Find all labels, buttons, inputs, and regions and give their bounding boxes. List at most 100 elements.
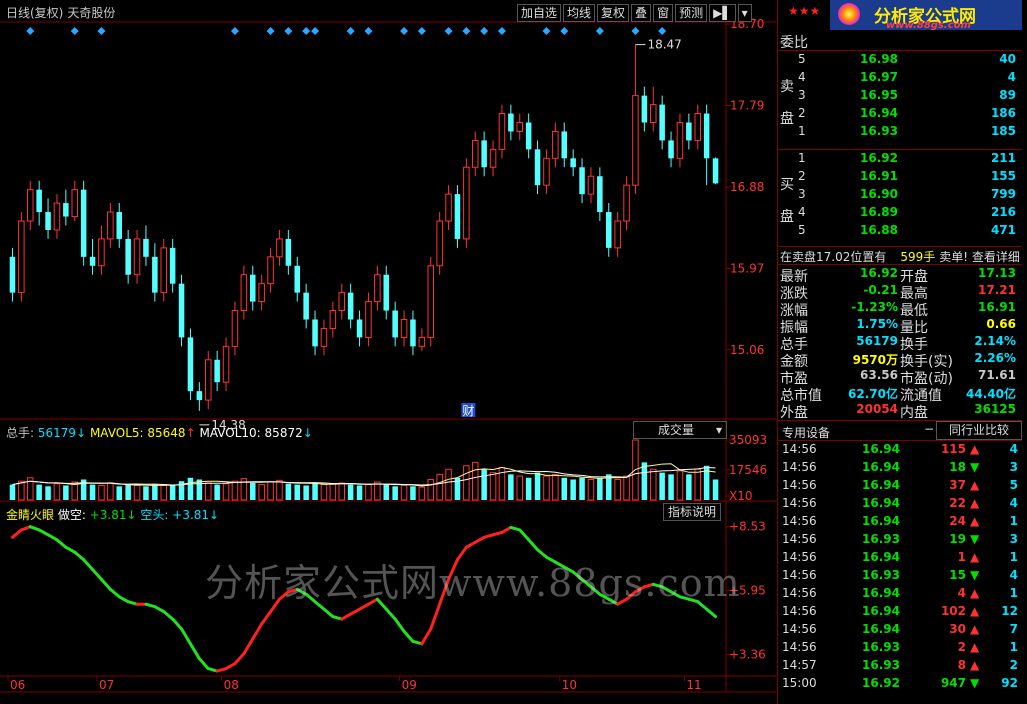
volume-bar: [463, 465, 470, 501]
quote-label: 内盘: [900, 405, 928, 421]
buy-level-row[interactable]: 4 16.89 216: [778, 205, 1022, 223]
volume-bar: [686, 474, 692, 500]
level-volume: 185: [990, 124, 1016, 138]
candle-body: [258, 283, 265, 303]
x-tick-label: 10: [562, 678, 577, 692]
volume-bar: [9, 484, 16, 500]
adjust-button[interactable]: 复权: [597, 4, 630, 22]
tick-volume: 18: [949, 460, 966, 474]
tick-time: 14:56: [782, 460, 817, 474]
peer-compare-tab[interactable]: 同行业比较: [936, 421, 1022, 440]
notice-volume: 599手: [900, 250, 936, 264]
window-button[interactable]: 窗: [653, 4, 674, 22]
arrow-up-icon: ▲: [970, 442, 980, 456]
tick-volume: 947: [940, 676, 966, 690]
tick-row: 14:56 16.93 2 ▲ 1: [778, 640, 1022, 658]
notice-link: 卖单! 查看详细: [939, 250, 1020, 264]
sell-label: 卖: [780, 79, 794, 95]
tick-time: 15:00: [782, 676, 817, 690]
indicator-segment: [402, 629, 415, 643]
buy-level-row[interactable]: 3 16.90 799: [778, 187, 1022, 205]
volume-bar: [445, 468, 452, 501]
indicator-selector[interactable]: 成交量 ▾: [633, 421, 727, 439]
indicator-segment: [99, 577, 112, 591]
indicator-segment: [82, 558, 95, 572]
tick-count: 4: [1009, 496, 1018, 510]
volume-bar: [641, 462, 648, 500]
quote-value: 2.26%: [974, 351, 1016, 365]
candle-body: [534, 149, 541, 186]
add-favorite-button[interactable]: 加自选: [517, 4, 562, 22]
volume-bar: [552, 473, 559, 501]
candle-body: [418, 336, 426, 347]
play-icon[interactable]: ▶▌: [709, 4, 736, 22]
minus-icon[interactable]: −: [924, 422, 934, 436]
quote-value: 44.40亿: [966, 387, 1016, 401]
buy-level-row[interactable]: 2 16.91 155: [778, 169, 1022, 187]
indicator-segment: [153, 605, 166, 614]
overlay-button[interactable]: 叠: [631, 4, 652, 22]
indicator-segment: [162, 610, 175, 621]
candle-body: [204, 359, 212, 401]
volume-bar: [570, 479, 576, 500]
quote-row: 涨跌 -0.21 最高 17.21: [778, 283, 1022, 302]
event-diamond-icon: [542, 27, 551, 35]
indicator-help-button[interactable]: 指标说明: [663, 503, 722, 521]
candle-body: [267, 256, 274, 285]
tick-volume: 24: [949, 514, 966, 528]
arrow-up-icon: ▲: [970, 496, 980, 510]
indicator-segment: [393, 617, 406, 633]
buy-level-row[interactable]: 1 16.92 211: [778, 151, 1022, 169]
forecast-button[interactable]: 预测: [675, 4, 708, 22]
tick-row: 14:56 16.94 37 ▲ 5: [778, 478, 1022, 496]
candle-body: [694, 113, 702, 141]
event-diamond-icon: [284, 27, 293, 35]
quote-value: 17.21: [978, 283, 1016, 297]
sell-level-row[interactable]: 2 16.94 186: [778, 106, 1022, 124]
candle-body: [445, 193, 452, 222]
ma-button[interactable]: 均线: [563, 4, 596, 22]
candle-body: [231, 310, 239, 347]
arrow-up-icon: ↑: [185, 426, 196, 440]
volume-bar: [365, 484, 372, 501]
candle-body: [329, 310, 337, 329]
sell-level-row[interactable]: 5 16.98 40: [778, 52, 1022, 70]
volume-bar: [418, 486, 426, 501]
sell-level-row[interactable]: 1 16.93 185: [778, 124, 1022, 142]
quote-value: -0.21: [863, 283, 898, 297]
volume-bar: [249, 482, 256, 500]
industry-tab[interactable]: 专用设备: [782, 424, 830, 441]
volume-bar: [36, 484, 42, 500]
tick-time: 14:56: [782, 532, 817, 546]
candle-body: [463, 166, 470, 240]
sell-level-row[interactable]: 4 16.97 4: [778, 70, 1022, 88]
volume-bar: [676, 470, 684, 501]
sell-level-row[interactable]: 3 16.95 89: [778, 88, 1022, 106]
level-number: 2: [798, 106, 806, 120]
rating-stars: ★★★: [788, 4, 821, 18]
volume-bar: [63, 485, 69, 500]
candle-body: [454, 194, 461, 239]
tick-count: 4: [1009, 442, 1018, 456]
candle-body: [178, 283, 185, 338]
indicator-segment: [384, 607, 397, 621]
large-order-notice[interactable]: 在卖盘17.02位置有 599手 卖单! 查看详细: [780, 248, 1020, 265]
tick-volume: 102: [940, 604, 966, 618]
indicator-name: 金睛火眼: [6, 508, 55, 522]
chevron-down-icon[interactable]: ▾: [737, 4, 752, 22]
tick-count: 1: [1009, 514, 1018, 528]
arrow-up-icon: ▲: [970, 514, 980, 528]
duo-value: +3.81: [89, 508, 127, 522]
candle-body: [169, 247, 176, 284]
buy-level-row[interactable]: 5 16.88 471: [778, 223, 1022, 241]
tick-row: 14:56 16.94 1 ▲ 1: [778, 550, 1022, 568]
level-price: 16.90: [860, 187, 898, 201]
volume-bar: [196, 479, 203, 500]
indicator-segment: [91, 568, 103, 581]
tick-price: 16.93: [862, 532, 900, 546]
tick-volume: 1: [957, 550, 966, 564]
volume-bar: [712, 479, 719, 500]
kong-label: 空头:: [140, 508, 169, 522]
candle-body: [632, 95, 639, 186]
level-price: 16.94: [860, 106, 898, 120]
